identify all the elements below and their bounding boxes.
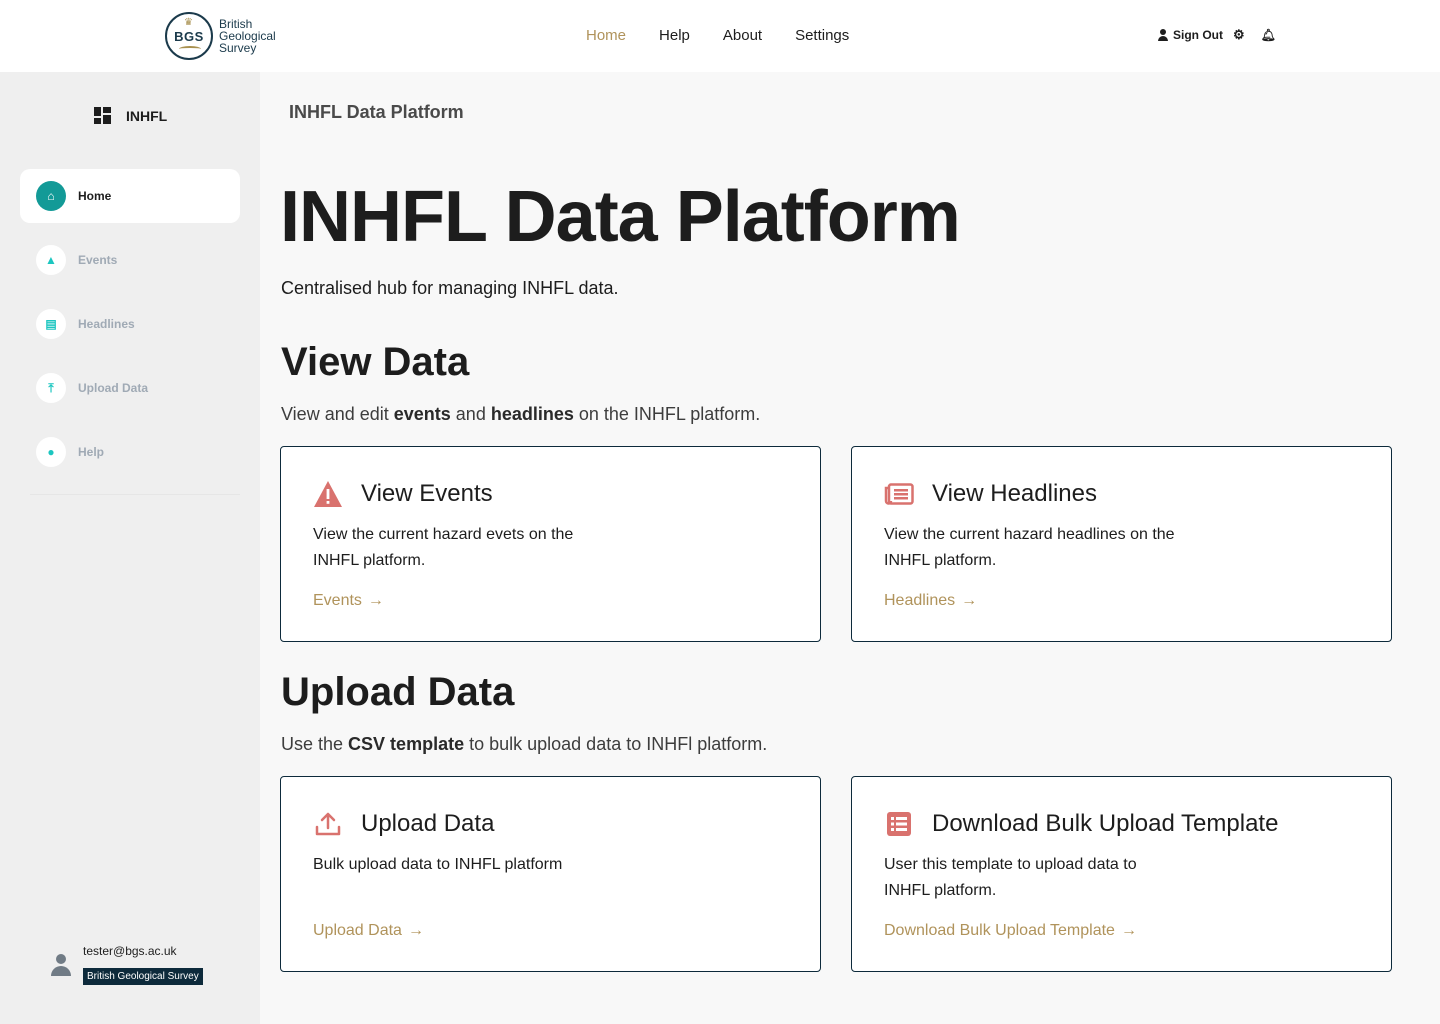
sidebar-user: tester@bgs.ac.uk British Geological Surv…: [50, 944, 203, 985]
view-data-heading: View Data: [281, 340, 470, 384]
home-icon: ⌂: [36, 181, 66, 211]
top-bar: ♛ BGS British Geological Survey Home Hel…: [0, 0, 1440, 72]
card-title: View Headlines: [932, 480, 1097, 507]
sidebar-item-events[interactable]: ▲ Events: [20, 233, 240, 287]
logo-line: Survey: [219, 41, 257, 55]
nav-settings[interactable]: Settings: [795, 27, 849, 44]
download-template-card: Download Bulk Upload Template User this …: [851, 776, 1392, 972]
crown-icon: ♛: [184, 17, 193, 28]
view-headlines-card: View Headlines View the current hazard h…: [851, 446, 1392, 642]
download-template-link[interactable]: Download Bulk Upload Template →: [884, 922, 1137, 940]
card-title: View Events: [361, 480, 493, 507]
sidebar-item-headlines[interactable]: ▤ Headlines: [20, 297, 240, 351]
newspaper-icon: [884, 479, 914, 509]
card-title: Download Bulk Upload Template: [932, 810, 1279, 837]
avatar-icon: [50, 954, 72, 978]
logo-wordmark: British Geological Survey: [219, 18, 276, 54]
view-events-card: View Events View the current hazard evet…: [280, 446, 821, 642]
card-text: Bulk upload data to INHFL platform: [313, 856, 563, 873]
page-title: INHFL Data Platform: [280, 177, 961, 257]
upload-data-link[interactable]: Upload Data →: [313, 922, 424, 940]
dashboard-grid-icon: [94, 107, 111, 124]
gear-icon[interactable]: ⚙: [1233, 28, 1245, 41]
info-icon: ●: [36, 437, 66, 467]
arrow-right-icon: →: [367, 592, 384, 609]
arrow-right-icon: →: [961, 592, 978, 609]
breadcrumb: INHFL Data Platform: [289, 102, 464, 122]
sidebar-item-home[interactable]: ⌂ Home: [20, 169, 240, 223]
card-title: Upload Data: [361, 810, 495, 837]
card-text: View the current hazard evets on the INH…: [313, 526, 574, 569]
bell-icon[interactable]: 🔔︎: [1261, 29, 1276, 41]
sign-out-button[interactable]: Sign Out: [1173, 28, 1223, 42]
waves-icon: [179, 46, 201, 52]
seal-text: BGS: [174, 29, 204, 44]
sidebar: INHFL ⌂ Home ▲ Events ▤ Headlines ⤒ Uplo…: [0, 72, 260, 1024]
view-data-description: View and edit events and headlines on th…: [281, 404, 761, 424]
sidebar-item-label: Headlines: [78, 317, 135, 331]
sidebar-brand[interactable]: INHFL: [94, 107, 167, 124]
sidebar-item-label: Events: [78, 253, 118, 267]
nav-home[interactable]: Home: [586, 27, 626, 44]
newspaper-icon: ▤: [36, 309, 66, 339]
sidebar-title: INHFL: [126, 107, 168, 124]
warning-icon: [313, 479, 343, 509]
user-icon: [1157, 29, 1169, 41]
arrow-right-icon: →: [407, 922, 424, 939]
bgs-seal-icon: ♛ BGS: [165, 12, 213, 60]
sidebar-item-label: Help: [78, 445, 105, 459]
sidebar-divider: [30, 494, 240, 495]
card-text: User this template to upload data to INH…: [884, 856, 1137, 899]
arrow-right-icon: →: [1120, 922, 1137, 939]
list-icon: [884, 809, 914, 839]
card-text: View the current hazard headlines on the…: [884, 526, 1175, 569]
warning-icon: ▲: [36, 245, 66, 275]
headlines-link[interactable]: Headlines →: [884, 592, 977, 610]
top-actions: Sign Out ⚙ 🔔︎: [1157, 28, 1276, 42]
sidebar-item-upload-data[interactable]: ⤒ Upload Data: [20, 361, 240, 415]
nav-about[interactable]: About: [723, 27, 762, 44]
sidebar-item-label: Upload Data: [78, 381, 149, 395]
upload-icon: [313, 809, 343, 839]
upload-icon: ⤒: [36, 373, 66, 403]
upload-data-heading: Upload Data: [281, 670, 515, 714]
upload-data-description: Use the CSV template to bulk upload data…: [281, 734, 768, 754]
events-link[interactable]: Events →: [313, 592, 384, 610]
upload-data-card: Upload Data Bulk upload data to INHFL pl…: [280, 776, 821, 972]
sidebar-item-label: Home: [78, 189, 112, 203]
page-subtitle: Centralised hub for managing INHFL data.: [281, 278, 619, 298]
sidebar-item-help[interactable]: ● Help: [20, 425, 240, 479]
user-org-badge: British Geological Survey: [83, 968, 203, 985]
main-nav: Home Help About Settings: [586, 27, 882, 44]
user-email: tester@bgs.ac.uk: [83, 944, 177, 958]
bgs-logo[interactable]: ♛ BGS British Geological Survey: [165, 12, 276, 60]
nav-help[interactable]: Help: [659, 27, 690, 44]
